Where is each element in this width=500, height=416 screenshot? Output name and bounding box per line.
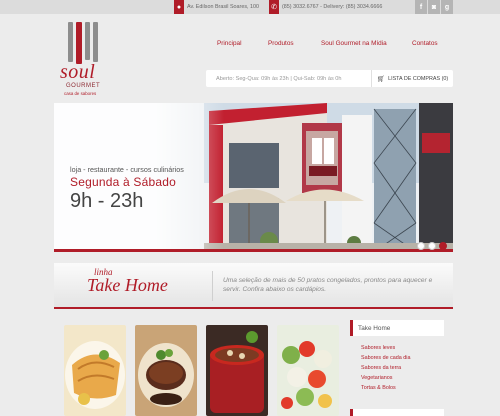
nav-midia[interactable]: Soul Gourmet na Mídia — [321, 40, 387, 52]
take-home-band: linha Take Home Uma seleção de mais de 5… — [54, 263, 453, 309]
opening-hours: Aberto: Seg-Qua: 09h às 23h | Qui-Sab: 0… — [216, 75, 342, 82]
slider-dots — [417, 242, 447, 250]
product-thumb-3[interactable] — [206, 325, 268, 416]
hero-hours: 9h - 23h — [70, 190, 144, 212]
logo-tagline: casa de sabores — [64, 91, 97, 96]
slide-dot-1[interactable] — [417, 242, 425, 250]
food-photo-fish — [64, 325, 126, 416]
utensils-icon — [68, 22, 98, 64]
cart-icon: 🛒︎ — [376, 75, 386, 83]
sidebar-item-tortas-bolos[interactable]: Tortas & Bolos — [361, 383, 444, 393]
food-photo-stew — [206, 325, 268, 416]
sidebar-item-sabores-cada-dia[interactable]: Sabores de cada dia — [361, 353, 444, 363]
logo-name: soul — [60, 61, 96, 83]
hero-bottom-stripe — [54, 249, 453, 252]
take-home-sidebar: Take Home Sabores leves Sabores de cada … — [350, 320, 444, 416]
nav-contatos[interactable]: Contatos — [412, 40, 438, 52]
phone-icon: ✆ — [269, 0, 279, 14]
shopping-list-label: LISTA DE COMPRAS (0) — [388, 75, 449, 82]
food-photo-steak — [135, 325, 197, 416]
instagram-icon[interactable]: ◙ — [427, 0, 440, 14]
sidebar-item-vegetarianos[interactable]: Vegetarianos — [361, 373, 444, 383]
phone-text: (85) 3032.6767 - Delivery: (85) 3034.666… — [282, 4, 383, 10]
band-divider — [212, 271, 213, 301]
nav-produtos[interactable]: Produtos — [268, 40, 294, 52]
info-bar: Aberto: Seg-Qua: 09h às 23h | Qui-Sab: 0… — [206, 70, 453, 87]
hero-tagline: loja - restaurante - cursos culinários — [70, 165, 184, 174]
slide-dot-3[interactable] — [439, 242, 447, 250]
google-plus-icon[interactable]: g — [440, 0, 453, 14]
nav-principal[interactable]: Principal — [217, 40, 242, 52]
phone-group: ✆ (85) 3032.6767 - Delivery: (85) 3034.6… — [269, 0, 382, 14]
address-text: Av. Edilson Brasil Soares, 100 — [187, 4, 260, 10]
sidebar-menu: Sabores leves Sabores de cada dia Sabore… — [350, 343, 444, 393]
sidebar-title[interactable]: Take Home — [350, 320, 444, 336]
product-thumb-2[interactable] — [135, 325, 197, 416]
hero-banner: loja - restaurante - cursos culinários S… — [54, 103, 453, 252]
shopping-list-button[interactable]: 🛒︎ LISTA DE COMPRAS (0) — [371, 70, 453, 87]
slide-dot-2[interactable] — [428, 242, 436, 250]
product-thumb-4[interactable] — [277, 325, 339, 416]
facebook-icon[interactable]: f — [414, 0, 427, 14]
sidebar-item-sabores-leves[interactable]: Sabores leves — [361, 343, 444, 353]
food-photo-salad — [277, 325, 339, 416]
sidebar-item-sabores-terra[interactable]: Sabores da terra — [361, 363, 444, 373]
band-description: Uma seleção de mais de 50 pratos congela… — [223, 277, 433, 293]
social-links: f ◙ g — [414, 0, 453, 14]
top-bar: ● Av. Edilson Brasil Soares, 100 ✆ (85) … — [0, 0, 500, 14]
band-title: Take Home — [87, 275, 168, 295]
address-group: ● Av. Edilson Brasil Soares, 100 — [174, 0, 259, 14]
logo-sub: GOURMET — [66, 83, 101, 89]
sidebar-next-heading — [350, 409, 444, 416]
logo[interactable]: soul GOURMET casa de sabores — [58, 22, 128, 100]
map-pin-icon: ● — [174, 0, 184, 14]
hero-days: Segunda à Sábado — [70, 175, 176, 189]
product-thumb-1[interactable] — [64, 325, 126, 416]
